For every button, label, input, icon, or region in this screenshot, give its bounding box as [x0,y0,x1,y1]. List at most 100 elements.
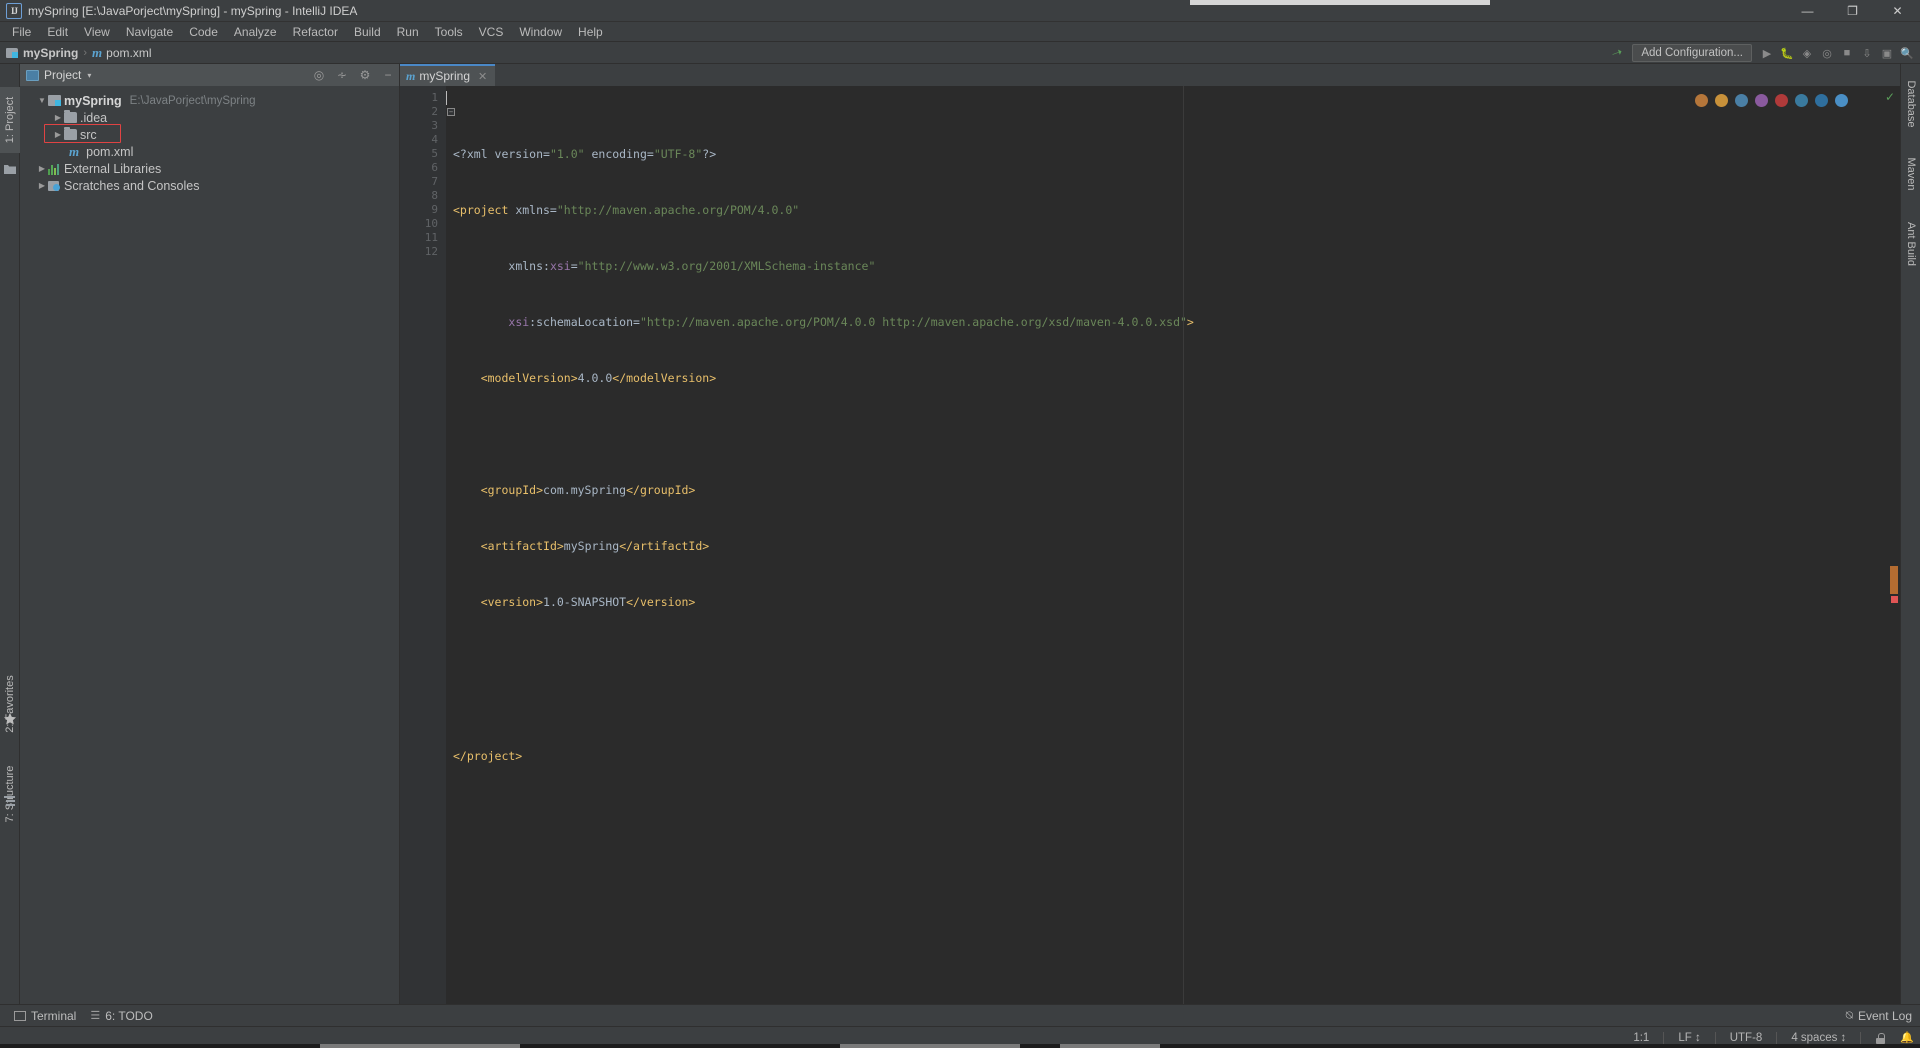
tree-node-idea[interactable]: ▶ .idea [20,109,399,126]
settings-gear-icon[interactable]: ⚙ [358,68,372,82]
expand-arrow-icon[interactable]: ▶ [36,164,48,173]
locate-icon[interactable]: ◎ [312,68,326,82]
layout-icon[interactable]: ▣ [1878,44,1896,62]
build-hammer-icon[interactable]: ➝ [1606,41,1629,64]
event-log-button[interactable]: ⍉ Event Log [1846,1008,1912,1023]
editor-tab-label: mySpring [419,69,471,83]
tree-node-scratches-and-consoles[interactable]: ▶ Scratches and Consoles [20,177,399,194]
bottom-tab-terminal[interactable]: Terminal [14,1009,76,1023]
menu-analyze[interactable]: Analyze [226,23,285,41]
line-number: 5 [431,147,438,160]
code-content[interactable]: <?xml version="1.0" encoding="UTF-8"?> <… [446,86,1900,1004]
menu-edit[interactable]: Edit [39,23,76,41]
maven-error-icon[interactable] [1775,94,1788,107]
star-icon[interactable] [3,712,17,726]
tree-node-src[interactable]: ▶ src [20,124,399,143]
event-log-icon: ⍉ [1845,1008,1853,1022]
add-configuration-button[interactable]: Add Configuration... [1632,44,1752,62]
maven-plugin-icon[interactable] [1755,94,1768,107]
todo-icon: ☰ [90,1010,101,1022]
breadcrumb-pom-xml[interactable]: m pom.xml [92,45,151,61]
run-icon[interactable]: ▶ [1758,44,1776,62]
read-only-lock-icon[interactable] [1875,1032,1886,1044]
maven-file-icon: m [69,143,80,159]
toolbar-right: ➝ Add Configuration... ▶ 🐛 ◈ ◎ ■ ⇩ ▣ 🔍 [1608,42,1916,64]
expand-arrow-icon[interactable]: ▼ [36,96,48,105]
menu-build[interactable]: Build [346,23,389,41]
maximize-button[interactable]: ❐ [1830,0,1875,22]
sidebar-item-project[interactable]: 1: Project [0,87,20,153]
indent-setting[interactable]: 4 spaces ↕ [1791,1032,1846,1044]
debug-icon[interactable]: 🐛 [1778,44,1796,62]
search-icon[interactable]: 🔍 [1898,44,1916,62]
menu-vcs[interactable]: VCS [471,23,512,41]
structure-icon[interactable] [3,794,17,808]
maven-reload-icon[interactable] [1695,94,1708,107]
line-separator[interactable]: LF ↕ [1678,1032,1700,1044]
tree-node-pom-xml[interactable]: m pom.xml [20,143,399,160]
editor-body[interactable]: 1 2 − 3 4 5 6 7 8 9 10 11 12 <?xml versi… [400,86,1900,1004]
tree-node-scratches-label: Scratches and Consoles [64,178,200,193]
maven-dependency-icon[interactable] [1795,94,1808,107]
close-button[interactable]: ✕ [1875,0,1920,22]
sidebar-item-maven[interactable]: Maven [1901,144,1920,204]
menu-tools[interactable]: Tools [427,23,471,41]
scrollbar-error-mark[interactable] [1890,566,1898,594]
maven-warning-icon[interactable] [1715,94,1728,107]
sidebar-item-database[interactable]: Database [1901,74,1920,134]
line-number: 11 [424,231,438,244]
menu-refactor[interactable]: Refactor [285,23,346,41]
coverage-icon[interactable]: ◈ [1798,44,1816,62]
profile-icon[interactable]: ◎ [1818,44,1836,62]
line-number: 12 [424,245,438,258]
project-panel-title: Project [44,68,82,82]
title-bar: IJ mySpring [E:\JavaPorject\mySpring] - … [0,0,1920,22]
hide-icon[interactable]: − [381,68,395,82]
minimize-button[interactable]: — [1785,0,1830,22]
code-line-3: xmlns:xsi="http://www.w3.org/2001/XMLSch… [508,259,876,273]
caret-position[interactable]: 1:1 [1633,1032,1649,1044]
close-icon[interactable]: ✕ [478,70,487,83]
stop-icon[interactable]: ■ [1838,44,1856,62]
left-tool-stripe: 1: Project 2: Favorites 7: Structure [0,64,20,1004]
maven-settings-icon[interactable] [1815,94,1828,107]
menu-view[interactable]: View [76,23,118,41]
editor-tab-strip: m mySpring ✕ [400,64,1900,86]
update-icon[interactable]: ⇩ [1858,44,1876,62]
file-encoding[interactable]: UTF-8 [1730,1032,1763,1044]
collapse-all-icon[interactable]: ∻ [335,68,349,82]
inspection-status-icon[interactable]: ✓ [1885,90,1895,104]
overlay-artifact [1190,0,1490,5]
menu-help[interactable]: Help [570,23,611,41]
maven-goals-icon[interactable] [1835,94,1848,107]
tree-node-external-libraries[interactable]: ▶ External Libraries [20,160,399,177]
line-number: 8 [431,189,438,202]
editor-tab-mySpring[interactable]: m mySpring ✕ [400,64,496,86]
menu-file[interactable]: File [4,23,39,41]
divider [1663,1031,1665,1044]
bottom-tool-stripe: Terminal ☰ 6: TODO ⍉ Event Log [0,1004,1920,1026]
sidebar-item-ant-build[interactable]: Ant Build [1901,214,1920,274]
scrollbar-error-mark-2[interactable] [1891,596,1898,603]
tree-node-mySpring-label: mySpring [64,93,122,108]
sidebar-item-favorites[interactable]: 2: Favorites [0,671,20,737]
menu-code[interactable]: Code [181,23,226,41]
expand-arrow-icon[interactable]: ▶ [52,113,64,122]
code-line-12: </project> [453,749,523,763]
expand-arrow-icon[interactable]: ▶ [52,130,64,139]
menu-run[interactable]: Run [389,23,427,41]
expand-arrow-icon[interactable]: ▶ [36,181,48,190]
breadcrumb-mySpring[interactable]: mySpring [6,46,78,60]
notifications-icon[interactable]: 🔔 [1900,1031,1914,1044]
project-folder-icon[interactable] [3,162,17,176]
project-tree: ▼ mySpring E:\JavaPorject\mySpring ▶ .id… [20,86,399,194]
tree-node-mySpring[interactable]: ▼ mySpring E:\JavaPorject\mySpring [20,92,399,109]
maven-info-icon[interactable] [1735,94,1748,107]
right-tool-stripe: Database Maven Ant Build [1900,64,1920,1004]
chevron-down-icon[interactable]: ▾ [87,71,91,80]
menu-navigate[interactable]: Navigate [118,23,181,41]
tree-node-mySpring-path: E:\JavaPorject\mySpring [129,94,256,107]
bottom-tab-todo[interactable]: ☰ 6: TODO [90,1009,152,1023]
breadcrumb-pom-label: pom.xml [106,45,152,60]
menu-window[interactable]: Window [511,23,570,41]
